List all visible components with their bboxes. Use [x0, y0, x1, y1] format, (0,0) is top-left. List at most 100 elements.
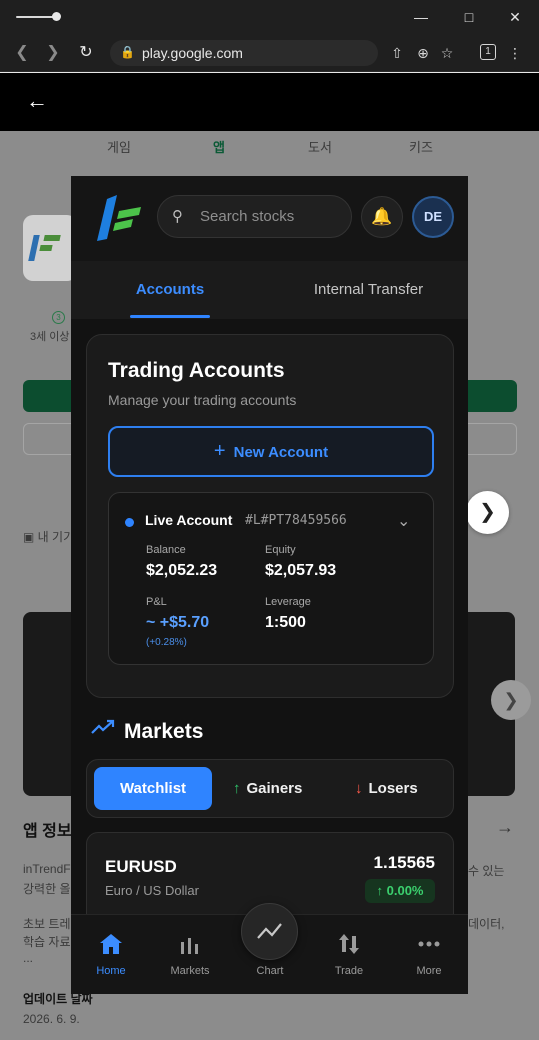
desc-line-1-right: 수 있는 — [468, 864, 505, 878]
desc-line-4: 학습 자료 — [23, 935, 71, 949]
card-subtitle: Manage your trading accounts — [108, 392, 297, 408]
age-rating-icon: 3 — [52, 311, 65, 324]
update-date: 2026. 6. 9. — [23, 1012, 80, 1026]
chevron-down-icon[interactable]: ⌄ — [397, 511, 410, 531]
nav-trade[interactable]: Trade — [314, 915, 384, 994]
nav-chart-label: Chart — [256, 965, 284, 977]
lightbox-next-icon[interactable]: ❯ — [466, 491, 509, 534]
quote-symbol: EURUSD — [105, 857, 177, 876]
desc-line-3-right: 데이터, — [468, 917, 505, 931]
nav-chart[interactable]: Chart — [235, 915, 305, 994]
nav-trade-label: Trade — [334, 965, 364, 977]
plus-icon: + — [213, 440, 226, 462]
equity-label: Equity — [265, 544, 296, 556]
store-tab-games[interactable]: 게임 — [107, 137, 131, 156]
arrow-up-icon: ↑ — [233, 780, 241, 797]
desc-line-1: inTrendF — [23, 862, 71, 876]
more-icon — [418, 941, 440, 947]
bottom-nav: Home Markets Chart Trade More — [71, 903, 468, 994]
store-tab-kids[interactable]: 키즈 — [409, 137, 433, 156]
window-titlebar: — □ ✕ — [0, 0, 539, 34]
device-label-text: 내 기기 — [37, 530, 75, 544]
app-info-arrow-icon[interactable]: → — [496, 817, 514, 838]
arrow-down-icon: ↓ — [355, 780, 363, 797]
search-input[interactable]: ⚲ Search stocks — [157, 195, 352, 238]
nav-more[interactable]: More — [394, 915, 464, 994]
pl-label: P&L — [146, 596, 167, 608]
nav-markets[interactable]: Markets — [155, 915, 225, 994]
leverage-label: Leverage — [265, 596, 311, 608]
avatar[interactable]: DE — [412, 196, 454, 238]
nav-more-label: More — [416, 965, 442, 977]
quote-name: Euro / US Dollar — [105, 883, 199, 898]
search-placeholder: Search stocks — [200, 208, 295, 225]
card-title: Trading Accounts — [108, 359, 285, 382]
browser-toolbar: ❮ ❯ ↻ 🔒 play.google.com ⇧ ⊕ ☆ ⋮ — [0, 34, 539, 72]
store-app-icon — [23, 215, 77, 281]
live-account-card[interactable]: Live Account #L#PT78459566 ⌄ Balance $2,… — [108, 492, 434, 665]
desc-line-2: 강력한 올 — [23, 882, 71, 896]
share-icon[interactable]: ⇧ — [388, 44, 406, 62]
trade-icon — [339, 934, 359, 954]
balance-value: $2,052.23 — [146, 562, 218, 579]
back-arrow-icon[interactable]: ← — [26, 89, 50, 113]
maximize-icon[interactable]: □ — [460, 8, 478, 26]
account-status-dot — [125, 518, 134, 527]
tab-accounts[interactable]: Accounts — [71, 261, 269, 319]
nav-home-label: Home — [96, 965, 126, 977]
markets-title: Markets — [124, 720, 204, 743]
pl-percent: (+0.28%) — [146, 637, 187, 648]
accounts-tabbar: Accounts Internal Transfer — [71, 261, 468, 319]
equity-value: $2,057.93 — [265, 562, 337, 579]
tab-count-icon[interactable]: 1 — [480, 44, 496, 60]
close-icon[interactable]: ✕ — [506, 8, 524, 26]
quote-price: 1.15565 — [373, 853, 435, 872]
quote-change-badge: ↑ 0.00% — [365, 879, 435, 903]
segment-gainers[interactable]: ↑ Gainers — [233, 767, 302, 810]
address-bar[interactable]: 🔒 play.google.com — [110, 40, 378, 66]
segment-watchlist[interactable]: Watchlist — [94, 767, 212, 810]
markets-icon — [181, 938, 198, 954]
pl-value: ~ +$5.70 — [146, 614, 210, 631]
account-name: Live Account — [145, 512, 233, 528]
age-rating-label: 3세 이상 — [30, 331, 70, 343]
carousel-next-icon[interactable]: ❯ — [491, 680, 531, 720]
window-slider-knob[interactable] — [52, 12, 61, 21]
trading-accounts-card: Trading Accounts Manage your trading acc… — [86, 334, 454, 698]
home-icon — [100, 934, 122, 954]
nav-markets-label: Markets — [170, 965, 210, 977]
store-header: ← — [0, 73, 539, 131]
reload-icon[interactable]: ↻ — [76, 43, 96, 63]
forward-nav-icon[interactable]: ❯ — [43, 43, 63, 63]
new-account-label: New Account — [233, 444, 329, 461]
extensions-icon[interactable]: ☆ — [438, 44, 456, 62]
app-logo-icon — [97, 195, 141, 241]
nav-home[interactable]: Home — [76, 915, 146, 994]
balance-label: Balance — [146, 544, 186, 556]
segment-losers-label: Losers — [368, 780, 418, 797]
account-id: #L#PT78459566 — [245, 513, 347, 528]
bell-icon[interactable]: 🔔 — [361, 196, 403, 238]
segment-losers[interactable]: ↓ Losers — [355, 767, 418, 810]
back-nav-icon[interactable]: ❮ — [12, 43, 32, 63]
search-icon: ⚲ — [172, 208, 183, 225]
minimize-icon[interactable]: — — [412, 8, 430, 26]
store-tab-apps[interactable]: 앱 — [213, 137, 225, 156]
app-info-title: 앱 정보 — [23, 823, 72, 840]
segment-gainers-label: Gainers — [246, 780, 303, 797]
quote-change: 0.00% — [386, 883, 424, 898]
markets-segmented-control: Watchlist ↑ Gainers ↓ Losers — [86, 759, 454, 818]
store-tab-books[interactable]: 도서 — [308, 137, 332, 156]
desc-more: ... — [23, 951, 34, 965]
app-header: ⚲ Search stocks 🔔 DE — [71, 176, 468, 261]
menu-dots-icon[interactable]: ⋮ — [506, 44, 524, 62]
device-label: ▣ 내 기기 — [23, 530, 75, 544]
trending-up-icon — [91, 719, 115, 734]
desc-line-3: 초보 트레 — [23, 917, 71, 931]
lock-icon: 🔒 — [120, 45, 135, 59]
new-account-button[interactable]: + New Account — [108, 426, 434, 477]
leverage-value: 1:500 — [265, 614, 306, 631]
zoom-icon[interactable]: ⊕ — [414, 44, 432, 62]
tab-internal-transfer[interactable]: Internal Transfer — [269, 261, 468, 319]
arrow-up-icon: ↑ — [376, 883, 387, 898]
